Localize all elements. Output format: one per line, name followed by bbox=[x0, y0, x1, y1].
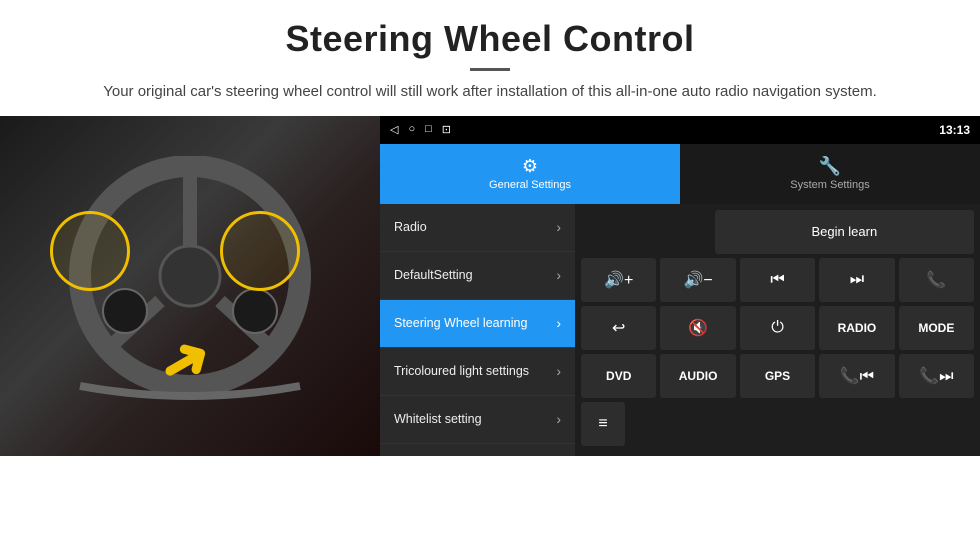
page-title: Steering Wheel Control bbox=[60, 18, 920, 60]
menu-item-defaultsetting[interactable]: DefaultSetting › bbox=[380, 252, 575, 300]
tab-general-label: General Settings bbox=[489, 179, 571, 191]
back-icon: ↩ bbox=[612, 318, 625, 338]
hamburger-icon: ≡ bbox=[598, 415, 607, 433]
menu-item-radio[interactable]: Radio › bbox=[380, 204, 575, 252]
controls-row-4: ≡ bbox=[581, 402, 974, 446]
next-icon: ⏭ bbox=[850, 271, 864, 289]
mode-button[interactable]: MODE bbox=[899, 306, 974, 350]
right-highlight-circle bbox=[220, 211, 300, 291]
radio-button[interactable]: RADIO bbox=[819, 306, 894, 350]
screen-icon[interactable]: ⊡ bbox=[442, 123, 451, 136]
controls-row-3: DVD AUDIO GPS 📞⏮ 📞⏭ bbox=[581, 354, 974, 398]
next-track-button[interactable]: ⏭ bbox=[819, 258, 894, 302]
tab-system-settings[interactable]: 🔧 System Settings bbox=[680, 144, 980, 204]
chevron-icon: › bbox=[556, 219, 561, 235]
subtitle-text: Your original car's steering wheel contr… bbox=[60, 81, 920, 104]
vol-up-icon: 🔊+ bbox=[604, 270, 633, 290]
gps-button[interactable]: GPS bbox=[740, 354, 815, 398]
menu-whitelist-label: Whitelist setting bbox=[394, 412, 482, 427]
prev-track-button[interactable]: ⏮ bbox=[740, 258, 815, 302]
car-image: ➜ bbox=[0, 116, 380, 456]
ui-main: Radio › DefaultSetting › Steering Wheel … bbox=[380, 204, 980, 456]
audio-button[interactable]: AUDIO bbox=[660, 354, 735, 398]
chevron-icon: › bbox=[556, 363, 561, 379]
prev-icon: ⏮ bbox=[770, 271, 784, 289]
title-divider bbox=[470, 68, 510, 71]
tab-bar: ⚙ General Settings 🔧 System Settings bbox=[380, 144, 980, 204]
controls-row-1: 🔊+ 🔊− ⏮ ⏭ 📞 bbox=[581, 258, 974, 302]
call-next-icon: 📞⏭ bbox=[919, 366, 953, 386]
dvd-button[interactable]: DVD bbox=[581, 354, 656, 398]
general-settings-icon: ⚙ bbox=[522, 156, 538, 177]
menu-list: Radio › DefaultSetting › Steering Wheel … bbox=[380, 204, 575, 456]
phone-icon: 📞 bbox=[926, 270, 946, 290]
menu-tricoloured-label: Tricoloured light settings bbox=[394, 364, 529, 379]
menu-icon-button[interactable]: ≡ bbox=[581, 402, 625, 446]
menu-default-label: DefaultSetting bbox=[394, 268, 473, 283]
android-ui: ◁ ○ □ ⊡ 13:13 ⚙ General Settings 🔧 Syste… bbox=[380, 116, 980, 456]
menu-radio-label: Radio bbox=[394, 220, 427, 235]
power-button[interactable]: ⏻ bbox=[740, 306, 815, 350]
mute-button[interactable]: 🔇 bbox=[660, 306, 735, 350]
vol-up-button[interactable]: 🔊+ bbox=[581, 258, 656, 302]
tab-general-settings[interactable]: ⚙ General Settings bbox=[380, 144, 680, 204]
content-area: ➜ ◁ ○ □ ⊡ 13:13 ⚙ General Settings 🔧 Sys… bbox=[0, 116, 980, 476]
header-section: Steering Wheel Control Your original car… bbox=[0, 0, 980, 116]
status-bar: ◁ ○ □ ⊡ 13:13 bbox=[380, 116, 980, 144]
mute-icon: 🔇 bbox=[688, 318, 708, 338]
back-nav-icon[interactable]: ◁ bbox=[390, 123, 398, 136]
controls-panel: Begin learn 🔊+ 🔊− ⏮ ⏭ bbox=[575, 204, 980, 456]
power-icon: ⏻ bbox=[771, 319, 784, 337]
chevron-icon: › bbox=[556, 267, 561, 283]
controls-row-2: ↩ 🔇 ⏻ RADIO MODE bbox=[581, 306, 974, 350]
status-time: 13:13 bbox=[939, 123, 970, 137]
menu-steering-label: Steering Wheel learning bbox=[394, 316, 527, 331]
vol-down-button[interactable]: 🔊− bbox=[660, 258, 735, 302]
call-next-button[interactable]: 📞⏭ bbox=[899, 354, 974, 398]
left-highlight-circle bbox=[50, 211, 130, 291]
menu-item-whitelist[interactable]: Whitelist setting › bbox=[380, 396, 575, 444]
call-prev-button[interactable]: 📞⏮ bbox=[819, 354, 894, 398]
call-button[interactable]: 📞 bbox=[899, 258, 974, 302]
empty-slot-1 bbox=[581, 210, 711, 254]
call-prev-icon: 📞⏮ bbox=[840, 366, 874, 386]
tab-system-label: System Settings bbox=[790, 179, 869, 191]
chevron-icon: › bbox=[556, 411, 561, 427]
menu-item-tricoloured[interactable]: Tricoloured light settings › bbox=[380, 348, 575, 396]
home-nav-icon[interactable]: ○ bbox=[408, 123, 415, 136]
nav-icons: ◁ ○ □ ⊡ bbox=[390, 123, 451, 136]
back-button[interactable]: ↩ bbox=[581, 306, 656, 350]
system-settings-icon: 🔧 bbox=[819, 156, 841, 177]
menu-item-steering-wheel[interactable]: Steering Wheel learning › bbox=[380, 300, 575, 348]
begin-learn-row: Begin learn bbox=[581, 210, 974, 254]
recents-nav-icon[interactable]: □ bbox=[425, 123, 432, 136]
begin-learn-button[interactable]: Begin learn bbox=[715, 210, 974, 254]
chevron-icon: › bbox=[556, 315, 561, 331]
vol-down-icon: 🔊− bbox=[683, 270, 712, 290]
